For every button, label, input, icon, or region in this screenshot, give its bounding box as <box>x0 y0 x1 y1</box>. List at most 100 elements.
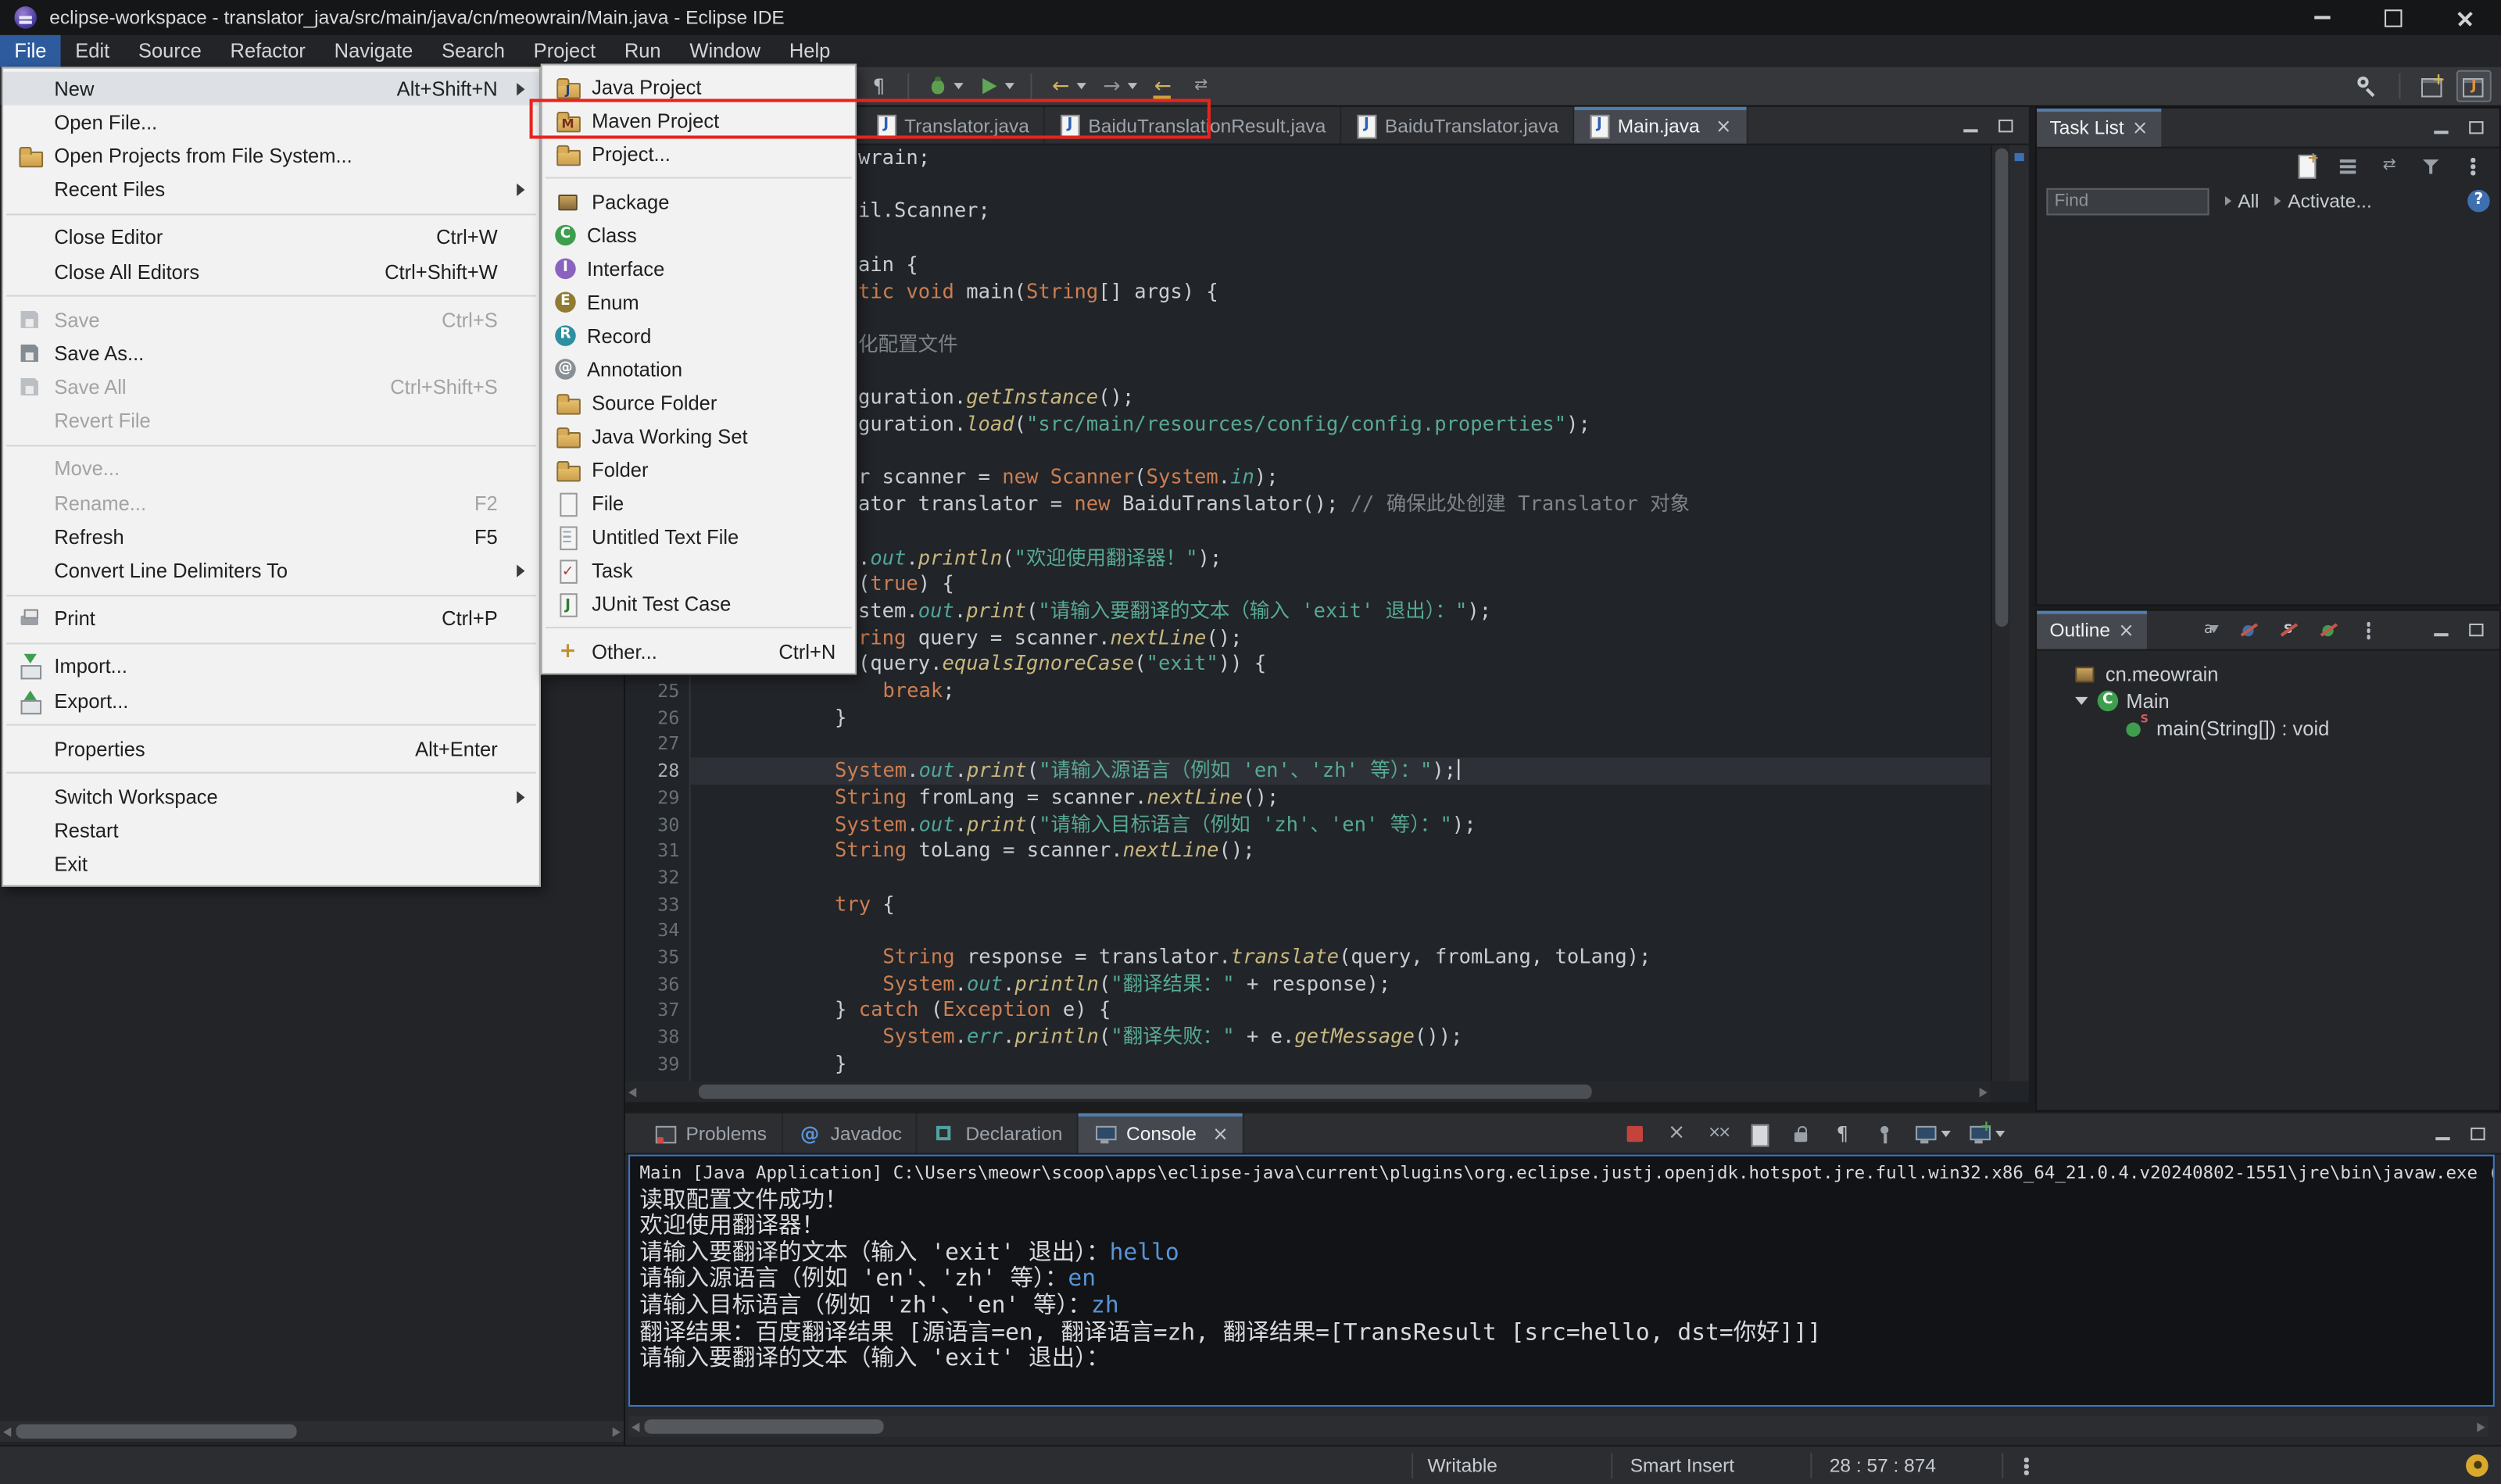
scrollbar-thumb[interactable] <box>1995 148 2009 628</box>
editor-vertical-scrollbar[interactable] <box>1990 145 2010 1082</box>
view-tab-declaration[interactable]: Declaration <box>918 1113 1079 1153</box>
link-with-editor-button[interactable]: ⇄ <box>2372 150 2407 182</box>
minimize-view-icon[interactable] <box>1959 113 1984 138</box>
menu-item-recent-files[interactable]: Recent Files <box>3 173 539 207</box>
new-task-button[interactable]: + <box>2289 150 2324 182</box>
menu-item-open-projects-from-file-system[interactable]: Open Projects from File System... <box>3 139 539 173</box>
remove-all-terminated-button[interactable]: ×× <box>1701 1117 1736 1150</box>
scrollbar-thumb[interactable] <box>644 1419 884 1434</box>
menubar-item-window[interactable]: Window <box>675 35 775 67</box>
menu-item-close-editor[interactable]: Close Editor Ctrl+W <box>3 221 539 255</box>
menubar-item-edit[interactable]: Edit <box>61 35 124 67</box>
maximize-view-icon[interactable] <box>1994 113 2020 138</box>
maximize-view-icon[interactable] <box>2464 115 2490 141</box>
categorized-button[interactable] <box>2331 150 2366 182</box>
link-with-editor-button[interactable]: ⇄ <box>1183 70 1218 102</box>
sort-button[interactable]: a <box>2191 614 2226 646</box>
debug-button[interactable] <box>921 70 968 102</box>
submenu-item-project[interactable]: Project... <box>542 138 855 171</box>
maximize-view-icon[interactable] <box>2464 617 2490 643</box>
maximize-window-button[interactable] <box>2357 0 2429 35</box>
menubar-item-search[interactable]: Search <box>428 35 520 67</box>
tab-task-list[interactable]: Task List × <box>2037 108 2161 147</box>
hide-fields-button[interactable] <box>2231 614 2266 646</box>
close-window-button[interactable] <box>2429 0 2501 35</box>
menubar-item-source[interactable]: Source <box>124 35 216 67</box>
submenu-item-junit-test-case[interactable]: J JUnit Test Case <box>542 587 855 620</box>
activate-link[interactable]: Activate... <box>2274 190 2372 212</box>
search-button[interactable] <box>2349 70 2385 102</box>
menu-item-exit[interactable]: Exit <box>3 848 539 881</box>
submenu-item-java-project[interactable]: J Java Project <box>542 70 855 104</box>
open-perspective-button[interactable]: + <box>2415 70 2450 102</box>
scrollbar-thumb[interactable] <box>698 1084 1592 1100</box>
view-tab-javadoc[interactable]: @ Javadoc <box>782 1113 918 1153</box>
scroll-lock-button[interactable] <box>1784 1117 1819 1150</box>
find-input[interactable] <box>2046 187 2209 215</box>
minimize-view-icon[interactable] <box>2431 1121 2456 1146</box>
menu-item-restart[interactable]: Restart <box>3 814 539 848</box>
submenu-item-maven-project[interactable]: M Maven Project <box>542 104 855 138</box>
editor-tab-baidutranslator-java[interactable]: J BaiduTranslator.java <box>1342 106 1575 144</box>
remove-launch-button[interactable]: × <box>1659 1117 1694 1150</box>
submenu-item-java-working-set[interactable]: Java Working Set <box>542 420 855 453</box>
explorer-horizontal-scrollbar[interactable] <box>0 1421 624 1442</box>
dropdown-arrow-icon[interactable] <box>1941 1129 1952 1137</box>
submenu-item-file[interactable]: File <box>542 486 855 520</box>
menubar-item-file[interactable]: File <box>0 34 61 67</box>
view-menu-button[interactable] <box>2455 150 2490 182</box>
overview-ruler[interactable] <box>2009 145 2029 1082</box>
close-icon[interactable]: × <box>2118 619 2134 642</box>
submenu-item-folder[interactable]: Folder <box>542 453 855 487</box>
dropdown-arrow-icon[interactable] <box>1995 1129 2005 1137</box>
menubar-item-project[interactable]: Project <box>519 35 610 67</box>
submenu-item-class[interactable]: C Class <box>542 219 855 252</box>
minimize-view-icon[interactable] <box>2429 617 2455 643</box>
back-button[interactable]: ← <box>1043 70 1091 102</box>
display-selected-console-button[interactable] <box>1908 1117 1955 1150</box>
clear-console-button[interactable] <box>1742 1117 1777 1150</box>
dropdown-arrow-icon[interactable] <box>1076 83 1086 90</box>
menu-item-convert-line-delimiters-to[interactable]: Convert Line Delimiters To <box>3 554 539 588</box>
minimize-view-icon[interactable] <box>2429 115 2455 141</box>
console-output[interactable]: Main [Java Application] C:\Users\meowr\s… <box>628 1154 2495 1407</box>
view-tab-problems[interactable]: Problems <box>638 1113 783 1153</box>
view-tab-console[interactable]: Console × <box>1078 1113 1245 1153</box>
console-horizontal-scrollbar[interactable] <box>628 1416 2488 1437</box>
submenu-item-record[interactable]: R Record <box>542 319 855 352</box>
word-wrap-button[interactable]: ¶ <box>1825 1117 1860 1150</box>
outline-node-cn-meowrain[interactable]: cn.meowrain <box>2037 660 2499 688</box>
tab-outline[interactable]: Outline × <box>2037 610 2148 649</box>
dropdown-arrow-icon[interactable] <box>954 83 964 90</box>
menubar-item-run[interactable]: Run <box>610 35 675 67</box>
menu-item-import[interactable]: Import... <box>3 650 539 684</box>
editor-horizontal-scrollbar[interactable] <box>624 1081 1991 1103</box>
close-icon[interactable]: × <box>1716 114 1732 137</box>
menu-item-close-all-editors[interactable]: Close All Editors Ctrl+Shift+W <box>3 255 539 288</box>
menu-item-properties[interactable]: Properties Alt+Enter <box>3 732 539 766</box>
editor-tab-baidutranslationresult-java[interactable]: J BaiduTranslationResult.java <box>1045 106 1342 144</box>
menu-item-open-file[interactable]: Open File... <box>3 105 539 139</box>
editor-tab-main-java[interactable]: J Main.java × <box>1574 106 1748 144</box>
close-icon[interactable]: × <box>2132 116 2149 139</box>
submenu-item-task[interactable]: ✓ Task <box>542 553 855 587</box>
outline-node-main-string-void[interactable]: main(String[]) : void <box>2037 713 2499 742</box>
terminate-button[interactable] <box>1618 1117 1653 1150</box>
notification-icon[interactable] <box>2466 1454 2488 1477</box>
show-whitespace-button[interactable]: ¶ <box>861 70 896 102</box>
scope-all-link[interactable]: All <box>2224 190 2259 212</box>
submenu-item-package[interactable]: Package <box>542 185 855 219</box>
menubar-item-help[interactable]: Help <box>775 35 844 67</box>
menu-item-new[interactable]: New Alt+Shift+N <box>3 71 539 106</box>
submenu-item-interface[interactable]: I Interface <box>542 252 855 285</box>
scrollbar-thumb[interactable] <box>16 1424 297 1439</box>
last-edit-location-button[interactable]: ← <box>1145 70 1180 102</box>
menu-item-refresh[interactable]: Refresh F5 <box>3 520 539 554</box>
expander-icon[interactable] <box>2075 696 2088 706</box>
menu-item-save-as[interactable]: Save As... <box>3 337 539 370</box>
menubar-item-refactor[interactable]: Refactor <box>216 35 320 67</box>
dropdown-arrow-icon[interactable] <box>1004 83 1014 90</box>
menu-item-switch-workspace[interactable]: Switch Workspace <box>3 781 539 814</box>
hide-non-public-button[interactable] <box>2310 614 2345 646</box>
submenu-item-enum[interactable]: E Enum <box>542 285 855 319</box>
